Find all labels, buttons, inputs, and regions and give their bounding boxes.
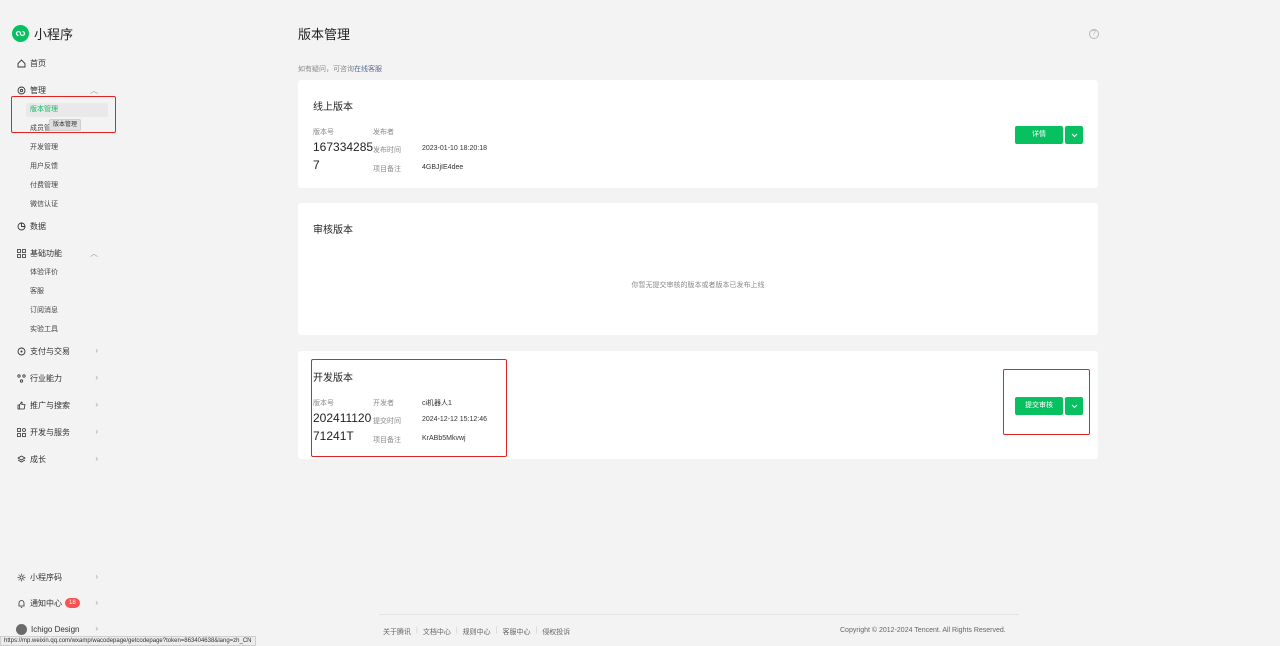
nav-basic[interactable]: 基础功能 ︿ — [16, 246, 102, 260]
notice-text: 如有疑问，可咨询 — [298, 66, 354, 73]
sub-item-subscribe[interactable]: 订阅消息 — [30, 305, 58, 317]
pie-chart-icon — [16, 221, 26, 231]
review-version-title: 审核版本 — [313, 225, 353, 236]
sub-item-feedback[interactable]: 用户反馈 — [30, 161, 58, 173]
nav-basic-label: 基础功能 — [30, 248, 62, 258]
nav-qrcode[interactable]: 小程序码 › — [16, 570, 102, 584]
layers-icon — [16, 454, 26, 464]
publish-time: 2023-01-10 18:20:18 — [422, 145, 487, 152]
notify-badge: 18 — [65, 598, 80, 608]
apps-icon — [16, 427, 26, 437]
online-service-link[interactable]: 在线客服 — [354, 66, 382, 73]
version-number: 1673342857 — [313, 140, 374, 172]
publisher-label: 发布者 — [373, 129, 394, 136]
grid-icon — [16, 248, 26, 258]
chevron-right-icon: › — [95, 346, 98, 355]
nav-home[interactable]: 首页 — [16, 56, 102, 70]
chevron-right-icon: › — [95, 454, 98, 463]
chevron-right-icon: › — [95, 427, 98, 436]
detail-dropdown-button[interactable] — [1065, 126, 1083, 144]
page-title: 版本管理 — [298, 27, 351, 42]
app-name: 小程序 — [34, 27, 74, 42]
footer-link-rules[interactable]: 规则中心 — [463, 627, 491, 637]
home-icon — [16, 58, 26, 68]
annotation-box-submit — [1003, 369, 1090, 435]
sun-code-icon — [16, 572, 26, 582]
nav-notify-label: 通知中心 — [30, 598, 62, 608]
nav-home-label: 首页 — [30, 58, 46, 68]
chevron-right-icon: › — [95, 373, 98, 382]
sub-item-experience[interactable]: 体验评价 — [30, 267, 58, 279]
nav-manage-label: 管理 — [30, 85, 46, 95]
miniprogram-logo-icon — [12, 25, 29, 42]
footer-link-docs[interactable]: 文档中心 — [423, 627, 451, 637]
status-bar-url: https://mp.weixin.qq.com/wxamp/wacodepag… — [0, 636, 256, 646]
nav-data-label: 数据 — [30, 221, 46, 231]
chevron-up-icon: ︿ — [90, 249, 98, 258]
footer-link-about[interactable]: 关于腾讯 — [383, 627, 411, 637]
user-name: Ichigo Design — [31, 624, 80, 634]
nav-user[interactable]: Ichigo Design › — [16, 622, 102, 636]
footer-links: 关于腾讯 | 文档中心 | 规则中心 | 客服中心 | 侵权投诉 — [383, 627, 571, 637]
footer-link-service[interactable]: 客服中心 — [502, 627, 530, 637]
sub-item-service[interactable]: 客服 — [30, 286, 44, 298]
chevron-right-icon: › — [95, 598, 98, 607]
bell-icon — [16, 598, 26, 608]
help-icon[interactable]: ? — [1089, 29, 1099, 39]
chevron-up-icon: ︿ — [90, 86, 98, 95]
chevron-down-icon — [1071, 133, 1077, 137]
nav-pay[interactable]: 支付与交易 › — [16, 344, 102, 358]
nav-notify[interactable]: 通知中心 18 › — [16, 596, 102, 610]
chevron-right-icon: › — [95, 572, 98, 581]
online-version-title: 线上版本 — [313, 102, 353, 113]
yuan-icon — [16, 346, 26, 356]
nav-manage[interactable]: 管理 ︿ — [16, 83, 102, 97]
gear-icon — [16, 85, 26, 95]
sub-item-wechat-auth[interactable]: 微信认证 — [30, 199, 58, 211]
nodes-icon — [16, 373, 26, 383]
publish-time-label: 发布时间 — [373, 147, 401, 154]
footer-divider — [379, 614, 1019, 615]
nav-promo-label: 推广与搜索 — [30, 400, 70, 410]
chevron-right-icon: › — [95, 624, 98, 633]
review-version-card: 审核版本 你暂无提交审核的版本或者版本已发布上线 — [298, 203, 1098, 335]
app-logo[interactable]: 小程序 — [12, 24, 73, 43]
nav-devservice[interactable]: 开发与服务 › — [16, 425, 102, 439]
note-value: 4GBJjIE4dee — [422, 164, 464, 171]
nav-pay-label: 支付与交易 — [30, 346, 70, 356]
nav-industry[interactable]: 行业能力 › — [16, 371, 102, 385]
annotation-box — [11, 96, 116, 133]
notice: 如有疑问，可咨询在线客服 — [298, 64, 382, 74]
nav-data[interactable]: 数据 — [16, 219, 102, 233]
avatar — [16, 623, 27, 635]
version-label: 版本号 — [313, 129, 334, 136]
footer-link-infringement[interactable]: 侵权投诉 — [542, 627, 570, 637]
nav-devservice-label: 开发与服务 — [30, 427, 70, 437]
sub-item-payment[interactable]: 付费管理 — [30, 180, 58, 192]
sub-item-dev-manage[interactable]: 开发管理 — [30, 142, 58, 154]
thumb-up-icon — [16, 400, 26, 410]
nav-growth[interactable]: 成长 › — [16, 452, 102, 466]
copyright: Copyright © 2012-2024 Tencent. All Right… — [840, 627, 1006, 634]
annotation-box-dev-info — [311, 359, 507, 457]
chevron-right-icon: › — [95, 400, 98, 409]
online-version-card: 线上版本 版本号 1673342857 发布者 发布时间 2023-01-10 … — [298, 80, 1098, 188]
sub-item-lab[interactable]: 实验工具 — [30, 324, 58, 336]
nav-industry-label: 行业能力 — [30, 373, 62, 383]
nav-promo[interactable]: 推广与搜索 › — [16, 398, 102, 412]
detail-button[interactable]: 详情 — [1015, 126, 1063, 144]
nav-qrcode-label: 小程序码 — [30, 572, 62, 582]
nav-growth-label: 成长 — [30, 454, 46, 464]
note-label: 项目备注 — [373, 166, 401, 173]
empty-review-text: 你暂无提交审核的版本或者版本已发布上线 — [631, 282, 765, 289]
